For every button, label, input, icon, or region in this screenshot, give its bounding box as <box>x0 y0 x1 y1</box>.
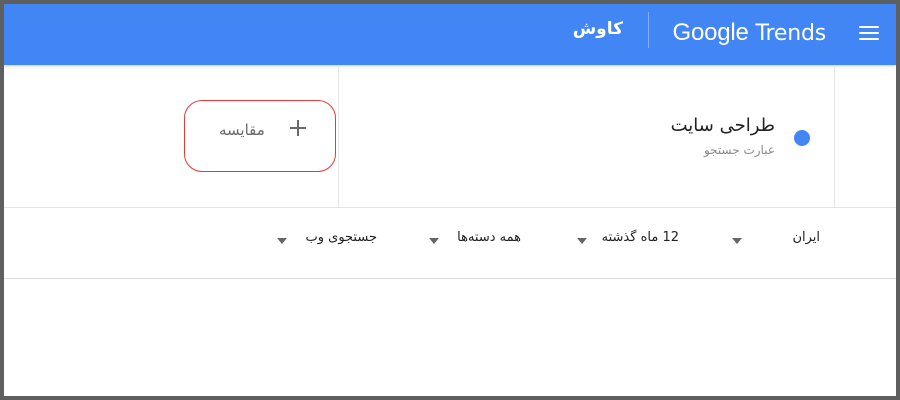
screenshot-frame: کاوش Google Trends طراحی سایت عبارت جستج… <box>0 0 900 400</box>
menu-line-middle <box>859 32 879 34</box>
chevron-down-icon <box>577 238 587 244</box>
content-area <box>4 279 896 396</box>
menu-line-top <box>859 26 879 28</box>
plus-icon <box>289 119 307 137</box>
search-type-filter-label: جستجوی وب <box>305 230 378 245</box>
chevron-down-icon <box>732 238 742 244</box>
logo-google-text: Google <box>672 19 749 46</box>
chevron-down-icon <box>429 238 439 244</box>
search-term-title[interactable]: طراحی سایت <box>671 115 775 136</box>
filters-bar: ایران 12 ماه گذشته همه دسته‌ها جستجوی وب <box>4 208 896 279</box>
chevron-down-icon <box>277 238 287 244</box>
search-term-card[interactable]: طراحی سایت عبارت جستجو <box>338 65 835 207</box>
category-filter[interactable]: همه دسته‌ها <box>429 228 529 252</box>
search-type-filter[interactable]: جستجوی وب <box>277 228 377 252</box>
logo-trends-text: Trends <box>755 21 827 46</box>
hamburger-menu-icon[interactable] <box>856 22 882 44</box>
search-term-subtitle: عبارت جستجو <box>703 143 775 157</box>
time-range-filter[interactable]: 12 ماه گذشته <box>577 228 687 252</box>
menu-line-bottom <box>859 38 879 40</box>
compare-button[interactable]: مقایسه <box>184 100 336 172</box>
explore-link[interactable]: کاوش <box>573 17 623 41</box>
country-filter-label: ایران <box>792 230 820 245</box>
category-filter-label: همه دسته‌ها <box>457 230 521 245</box>
top-app-bar: کاوش Google Trends <box>4 4 896 65</box>
header-divider <box>648 12 649 48</box>
compare-label: مقایسه <box>219 121 265 139</box>
time-range-filter-label: 12 ماه گذشته <box>601 230 679 245</box>
country-filter[interactable]: ایران <box>732 228 820 252</box>
google-trends-logo[interactable]: Google Trends <box>672 19 827 48</box>
series-color-dot <box>794 130 810 146</box>
search-term-row: طراحی سایت عبارت جستجو مقایسه <box>4 65 896 208</box>
